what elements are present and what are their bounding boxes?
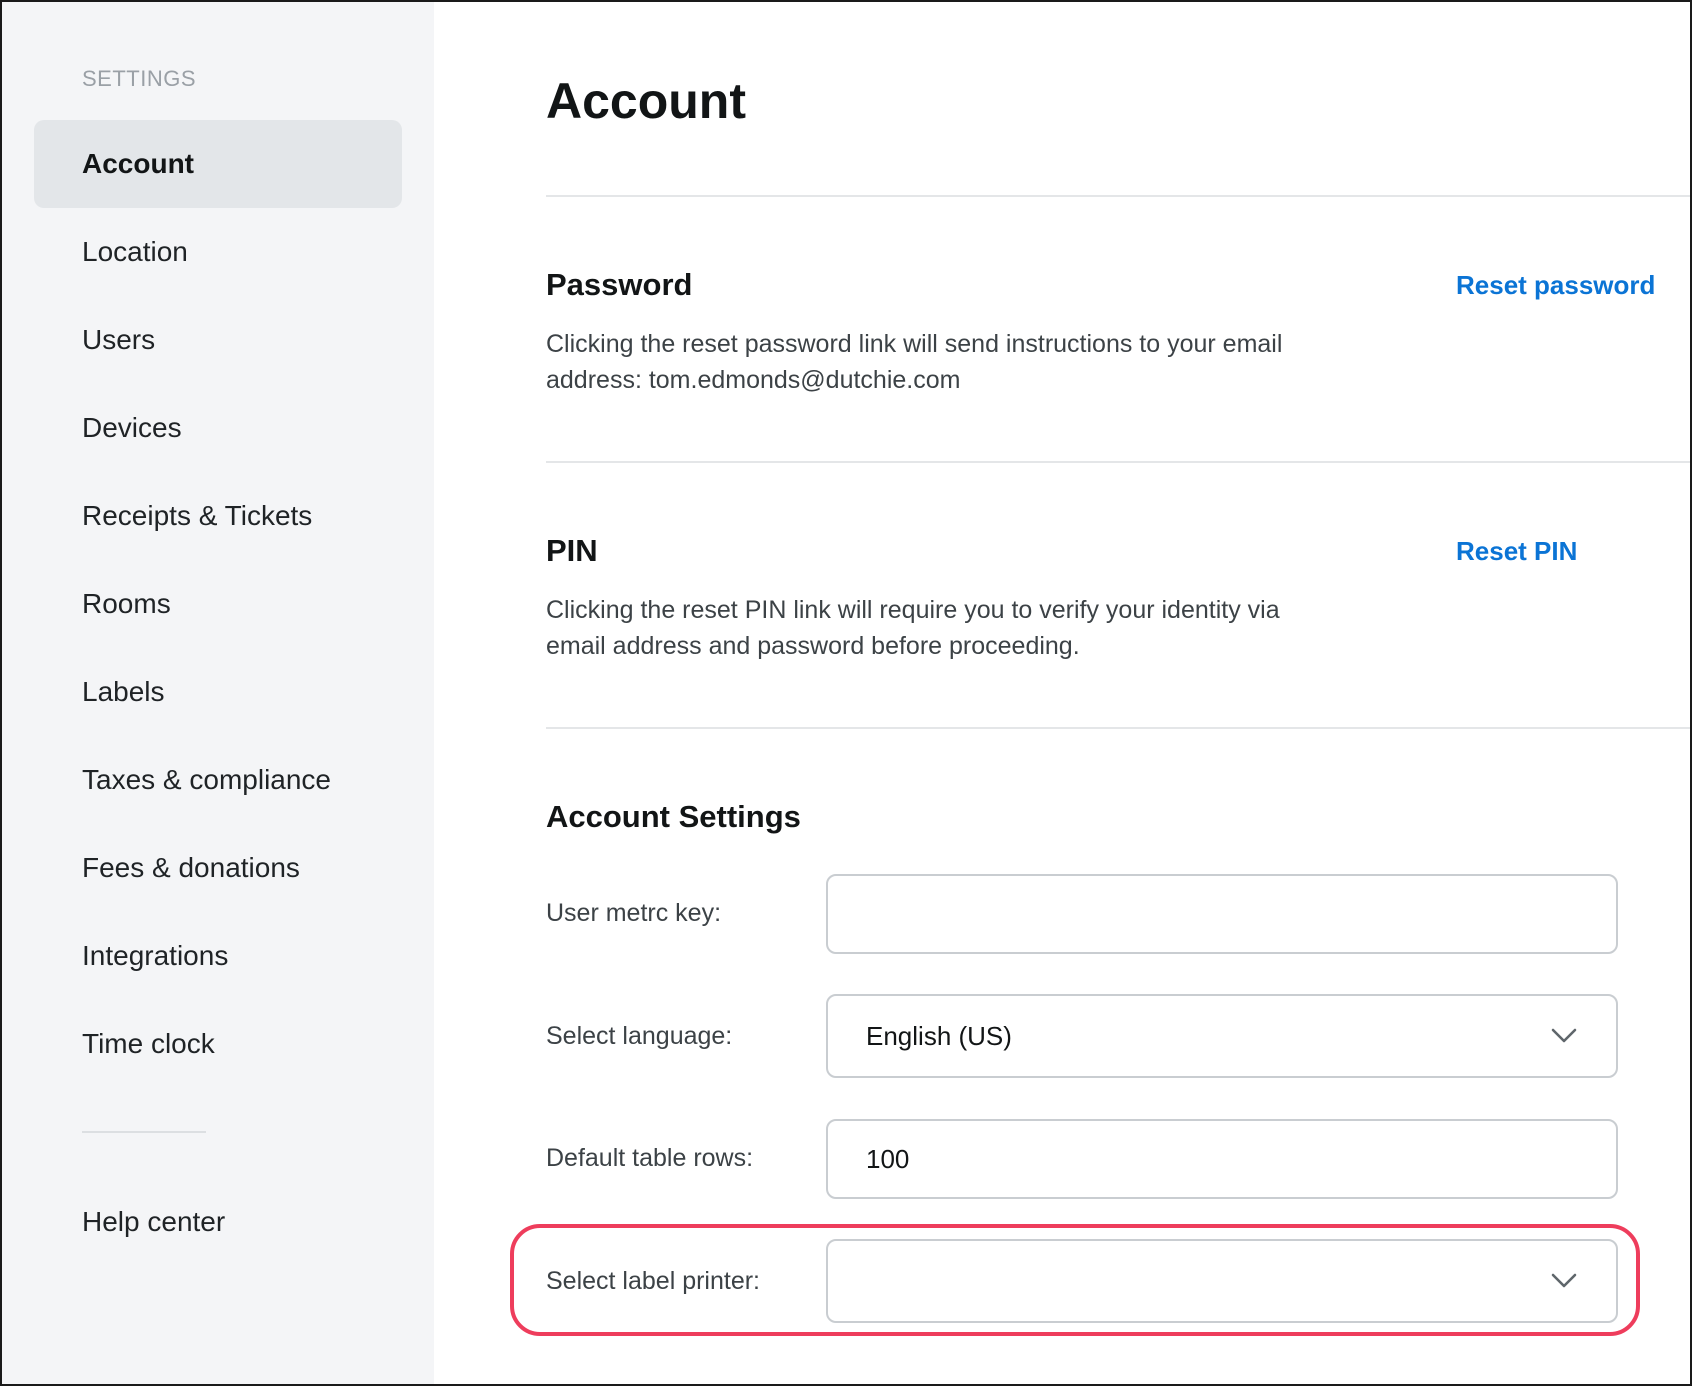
chevron-down-icon	[1551, 1028, 1577, 1043]
account-settings-panel: Account Password Reset password Clicking…	[434, 2, 1690, 1384]
sidebar-heading: SETTINGS	[82, 66, 197, 91]
divider	[546, 195, 1690, 197]
sidebar-item-fees-donations[interactable]: Fees & donations	[34, 824, 402, 912]
sidebar-item-account[interactable]: Account	[34, 120, 402, 208]
sidebar-item-time-clock[interactable]: Time clock	[34, 1000, 402, 1088]
password-section-title: Password	[546, 267, 693, 302]
sidebar-item-location[interactable]: Location	[34, 208, 402, 296]
table-rows-label: Default table rows:	[546, 1144, 754, 1172]
sidebar-item-taxes-compliance[interactable]: Taxes & compliance	[34, 736, 402, 824]
language-select[interactable]: English (US)	[826, 994, 1618, 1078]
sidebar-item-devices[interactable]: Devices	[34, 384, 402, 472]
sidebar-item-receipts-tickets[interactable]: Receipts & Tickets	[34, 472, 402, 560]
divider	[546, 727, 1690, 729]
language-label: Select language:	[546, 1022, 733, 1050]
sidebar-item-rooms[interactable]: Rooms	[34, 560, 402, 648]
reset-pin-link[interactable]: Reset PIN	[1456, 536, 1577, 567]
settings-window: SETTINGS Account Location Users Devices …	[0, 0, 1692, 1386]
account-settings-title: Account Settings	[546, 799, 801, 834]
label-printer-label: Select label printer:	[546, 1267, 761, 1295]
sidebar-item-users[interactable]: Users	[34, 296, 402, 384]
label-printer-select[interactable]	[826, 1239, 1618, 1323]
pin-section-title: PIN	[546, 533, 598, 568]
settings-sidebar: SETTINGS Account Location Users Devices …	[2, 2, 434, 1384]
page-title: Account	[546, 73, 746, 129]
password-description: Clicking the reset password link will se…	[546, 330, 1283, 394]
sidebar-item-integrations[interactable]: Integrations	[34, 912, 402, 1000]
sidebar-item-help-center[interactable]: Help center	[34, 1178, 402, 1266]
table-rows-input[interactable]: 100	[826, 1119, 1618, 1199]
reset-password-link[interactable]: Reset password	[1456, 270, 1655, 301]
sidebar-divider	[82, 1131, 206, 1133]
metrc-key-label: User metrc key:	[546, 899, 722, 927]
divider	[546, 461, 1690, 463]
pin-description: Clicking the reset PIN link will require…	[546, 596, 1280, 660]
metrc-key-input[interactable]	[826, 874, 1618, 954]
chevron-down-icon	[1551, 1273, 1577, 1288]
sidebar-item-labels[interactable]: Labels	[34, 648, 402, 736]
language-select-value: English (US)	[866, 1020, 1012, 1051]
